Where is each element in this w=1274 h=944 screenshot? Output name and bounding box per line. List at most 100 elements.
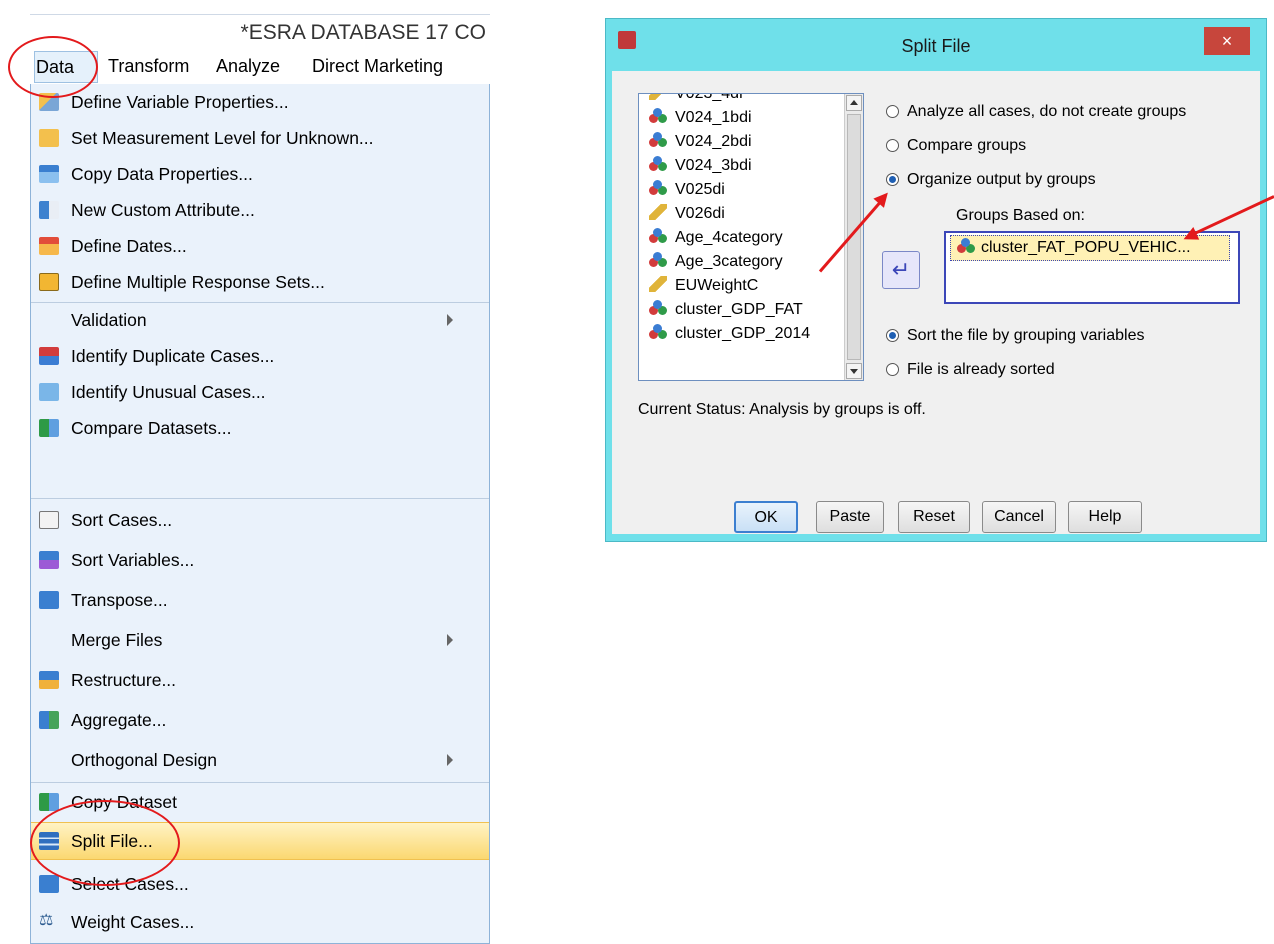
menu-item-label: Set Measurement Level for Unknown... xyxy=(71,128,374,148)
menu-item-label: New Custom Attribute... xyxy=(71,200,255,220)
menu-item-restructure[interactable]: Restructure... xyxy=(31,662,489,698)
list-item[interactable]: V023_4di xyxy=(649,94,743,108)
menu-item-weight-cases[interactable]: ⚖ Weight Cases... xyxy=(31,904,489,940)
radio-button-icon xyxy=(886,363,899,376)
radio-compare-groups[interactable]: Compare groups xyxy=(886,137,1026,155)
nominal-variable-icon xyxy=(649,228,667,244)
menu-item-sort-cases[interactable]: Sort Cases... xyxy=(31,502,489,538)
sort-icon xyxy=(39,511,59,529)
menu-item-define-multiple-response-sets[interactable]: Define Multiple Response Sets... xyxy=(31,264,489,300)
custom-attribute-icon xyxy=(39,201,59,219)
variable-name: V024_1bdi xyxy=(675,109,752,126)
unusual-icon xyxy=(39,383,59,401)
variable-name: V025di xyxy=(675,181,725,198)
cancel-button[interactable]: Cancel xyxy=(982,501,1056,533)
aggregate-icon xyxy=(39,711,59,729)
menu-item-aggregate[interactable]: Aggregate... xyxy=(31,702,489,738)
radio-button-icon xyxy=(886,139,899,152)
list-item[interactable]: EUWeightC xyxy=(649,276,758,300)
list-item[interactable]: V024_1bdi xyxy=(649,108,752,132)
variable-name: V024_2bdi xyxy=(675,133,752,150)
menu-item-label: Identify Unusual Cases... xyxy=(71,382,266,402)
list-item[interactable]: V026di xyxy=(649,204,725,228)
radio-analyze-all[interactable]: Analyze all cases, do not create groups xyxy=(886,103,1186,121)
menu-item-set-measurement-level[interactable]: Set Measurement Level for Unknown... xyxy=(31,120,489,156)
menu-item-label: Compare Datasets... xyxy=(71,418,232,438)
restructure-icon xyxy=(39,671,59,689)
menu-item-label: Aggregate... xyxy=(71,710,167,730)
list-item[interactable]: V024_2bdi xyxy=(649,132,752,156)
nominal-variable-icon xyxy=(649,108,667,124)
menu-item-identify-unusual-cases[interactable]: Identify Unusual Cases... xyxy=(31,374,489,410)
scale-variable-icon xyxy=(649,94,667,100)
submenu-arrow-icon xyxy=(447,754,453,766)
variable-name: cluster_FAT_POPU_VEHIC... xyxy=(981,239,1191,256)
radio-label: File is already sorted xyxy=(907,361,1055,378)
menu-item-validation[interactable]: Validation xyxy=(31,302,489,338)
list-item[interactable]: Age_4category xyxy=(649,228,783,252)
menu-item-sort-variables[interactable]: Sort Variables... xyxy=(31,542,489,578)
menu-item-compare-datasets[interactable]: Compare Datasets... xyxy=(31,410,489,446)
menu-item-define-variable-properties[interactable]: Define Variable Properties... xyxy=(31,84,489,120)
current-status-text: Current Status: Analysis by groups is of… xyxy=(638,401,926,418)
list-item[interactable]: V024_3bdi xyxy=(649,156,752,180)
menu-item-orthogonal-design[interactable]: Orthogonal Design xyxy=(31,742,489,778)
radio-button-selected-icon xyxy=(886,329,899,342)
compare-icon xyxy=(39,419,59,437)
move-variable-button[interactable]: ↵ xyxy=(882,251,920,289)
variable-list[interactable]: V023_4di V024_1bdi V024_2bdi V024_3bdi V… xyxy=(638,93,864,381)
nominal-variable-icon xyxy=(649,180,667,196)
ok-button[interactable]: OK xyxy=(734,501,798,533)
transpose-icon xyxy=(39,591,59,609)
radio-label: Analyze all cases, do not create groups xyxy=(907,103,1187,120)
submenu-arrow-icon xyxy=(447,634,453,646)
nominal-variable-icon xyxy=(957,238,975,254)
menu-item-label: Sort Cases... xyxy=(71,510,173,530)
variable-name: Age_3category xyxy=(675,253,783,270)
close-button[interactable]: × xyxy=(1204,27,1250,55)
groups-based-on-label: Groups Based on: xyxy=(956,207,1085,224)
radio-sort-by-grouping[interactable]: Sort the file by grouping variables xyxy=(886,327,1144,345)
radio-button-icon xyxy=(886,105,899,118)
groups-based-on-list[interactable]: cluster_FAT_POPU_VEHIC... xyxy=(944,231,1240,304)
radio-already-sorted[interactable]: File is already sorted xyxy=(886,361,1055,379)
menu-item-label: Orthogonal Design xyxy=(71,750,217,770)
spss-window-title: *ESRA DATABASE 17 CO xyxy=(240,21,486,44)
nominal-variable-icon xyxy=(649,252,667,268)
menu-item-label: Validation xyxy=(71,310,147,330)
menu-transform[interactable]: Transform xyxy=(108,56,189,77)
scroll-up-icon[interactable] xyxy=(846,95,862,111)
menu-analyze[interactable]: Analyze xyxy=(216,56,280,77)
list-item[interactable]: cluster_GDP_FAT xyxy=(649,300,803,324)
annotation-circle-split-file xyxy=(30,800,180,886)
menu-item-merge-files[interactable]: Merge Files xyxy=(31,622,489,658)
menu-item-label: Transpose... xyxy=(71,590,168,610)
paste-button[interactable]: Paste xyxy=(816,501,884,533)
scale-variable-icon xyxy=(649,276,667,292)
variable-name: cluster_GDP_2014 xyxy=(675,325,811,342)
menu-direct-marketing[interactable]: Direct Marketing xyxy=(312,56,443,77)
scroll-down-icon[interactable] xyxy=(846,363,862,379)
help-button[interactable]: Help xyxy=(1068,501,1142,533)
radio-button-selected-icon xyxy=(886,173,899,186)
menu-item-identify-duplicate-cases[interactable]: Identify Duplicate Cases... xyxy=(31,338,489,374)
nominal-variable-icon xyxy=(649,324,667,340)
menu-item-copy-data-properties[interactable]: Copy Data Properties... xyxy=(31,156,489,192)
sort-variables-icon xyxy=(39,551,59,569)
menu-item-label: Merge Files xyxy=(71,630,163,650)
copy-dataset-icon xyxy=(39,793,59,811)
list-item[interactable]: cluster_GDP_2014 xyxy=(649,324,810,348)
list-item[interactable]: V025di xyxy=(649,180,725,204)
menu-item-new-custom-attribute[interactable]: New Custom Attribute... xyxy=(31,192,489,228)
menu-item-define-dates[interactable]: Define Dates... xyxy=(31,228,489,264)
submenu-arrow-icon xyxy=(447,314,453,326)
calendar-icon xyxy=(39,237,59,255)
menu-separator xyxy=(31,782,489,783)
reset-button[interactable]: Reset xyxy=(898,501,970,533)
annotation-circle-data-menu xyxy=(8,36,98,98)
list-item[interactable]: Age_3category xyxy=(649,252,783,276)
radio-organize-output[interactable]: Organize output by groups xyxy=(886,171,1096,189)
menu-item-transpose[interactable]: Transpose... xyxy=(31,582,489,618)
variable-name: Age_4category xyxy=(675,229,783,246)
duplicate-icon xyxy=(39,347,59,365)
